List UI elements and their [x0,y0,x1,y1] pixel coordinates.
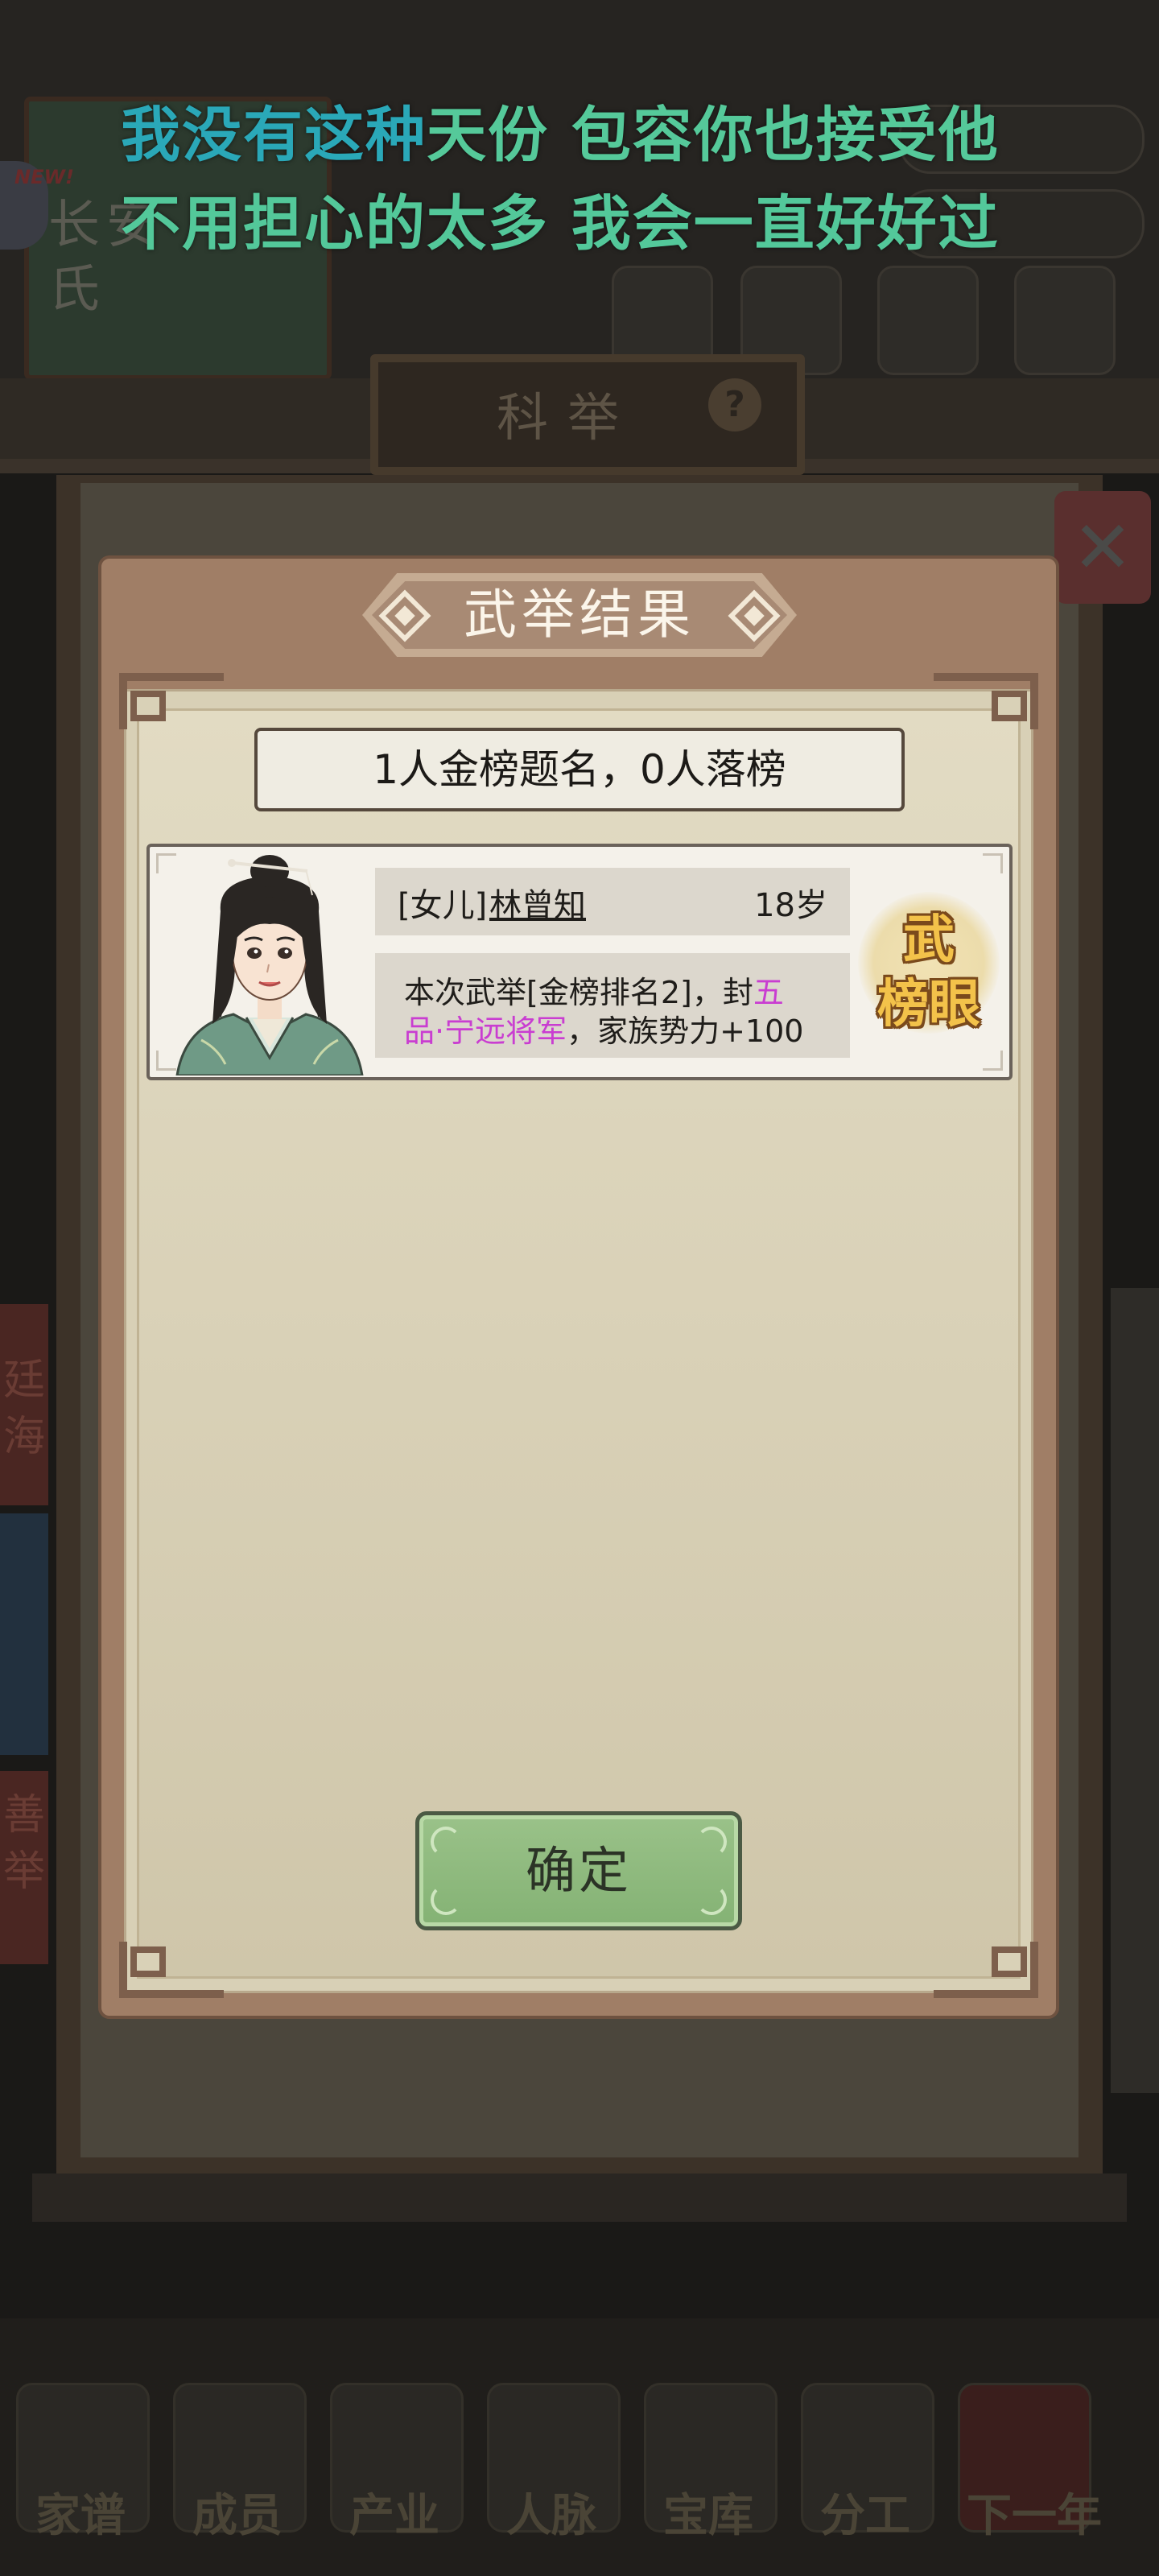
background-icon-fan[interactable] [877,266,979,375]
result-description-line-1: 本次武举[金榜排名2]，封五 [404,968,784,1012]
side-tab-left-1[interactable]: 廷海 [0,1304,48,1505]
pavilion-base [32,2174,1127,2222]
side-tab-left-3-label: 善举 [3,1791,46,1896]
nav-assignment-label[interactable]: 分工 [789,2479,942,2545]
side-tab-left-3[interactable]: 善举 [0,1771,48,1964]
result-description-line-2: 品·宁远将军，家族势力+100 [404,1006,803,1051]
character-portrait [175,855,364,1075]
side-strip-right [1111,1288,1159,2093]
result-rank-text: 本次武举[金榜排名2]，封 [404,975,753,1010]
corner-ornament-bottom-right [934,1942,1038,1998]
nav-industry-label[interactable]: 产业 [318,2479,471,2545]
help-icon[interactable]: ? [708,378,761,431]
character-name-link[interactable]: 林曾知 [489,879,586,926]
nav-members-label[interactable]: 成员 [161,2479,314,2545]
dialog-title: 武举结果 [464,584,695,646]
result-summary-text: 1人金榜题名，0人落榜 [373,746,786,793]
corner-ornament-top-right [934,673,1038,729]
close-button[interactable]: ✕ [1054,491,1151,604]
confirm-button-label: 确定 [525,1841,632,1900]
result-title-part-2: 品·宁远将军 [404,1013,567,1049]
close-icon: ✕ [1072,506,1133,590]
rank-seal-text-2: 榜眼 [877,974,980,1034]
character-age: 18岁 [754,887,827,924]
lyric-line-2: 不用担心的太多 我会一直好好过 [121,189,1000,258]
lyric-line-1-highlight: 我没有这种 [121,101,427,170]
rank-seal-text-1: 武 [903,910,955,970]
result-summary-box: 1人金榜题名，0人落榜 [254,728,905,811]
nav-treasury-label[interactable]: 宝库 [632,2479,785,2545]
game-screen: 长安氏 NEW! 科举 ? ✕ 廷海 善举 家谱 成员 产业 人脉 宝库 分工 … [0,0,1159,2576]
result-influence-text: ，家族势力+100 [567,1013,804,1049]
nav-connections-label[interactable]: 人脉 [475,2479,628,2545]
corner-ornament-top-left [119,673,224,729]
lyric-line-1: 我没有这种天份 包容你也接受他 [121,87,1000,173]
result-title-part-1: 五 [753,975,784,1010]
new-badge: NEW! [14,166,74,188]
background-icon-globe[interactable] [1014,266,1116,375]
corner-ornament-bottom-left [119,1942,224,1998]
nav-next-year-label[interactable]: 下一年 [926,2479,1143,2545]
nav-family-tree-label[interactable]: 家谱 [4,2479,157,2545]
result-description: 本次武举[金榜排名2]，封五 品·宁远将军，家族势力+100 [375,953,850,1058]
character-relation: [女儿] [398,887,488,924]
confirm-button[interactable]: 确定 [415,1811,742,1930]
exam-signboard-title: 科举 [497,389,638,448]
lyric-line-1-rest: 天份 包容你也接受他 [427,101,1000,170]
side-tab-left-1-label: 廷海 [3,1356,46,1461]
character-name-row: [女儿] 林曾知 18岁 [375,868,850,935]
side-tab-left-2[interactable] [0,1513,48,1755]
